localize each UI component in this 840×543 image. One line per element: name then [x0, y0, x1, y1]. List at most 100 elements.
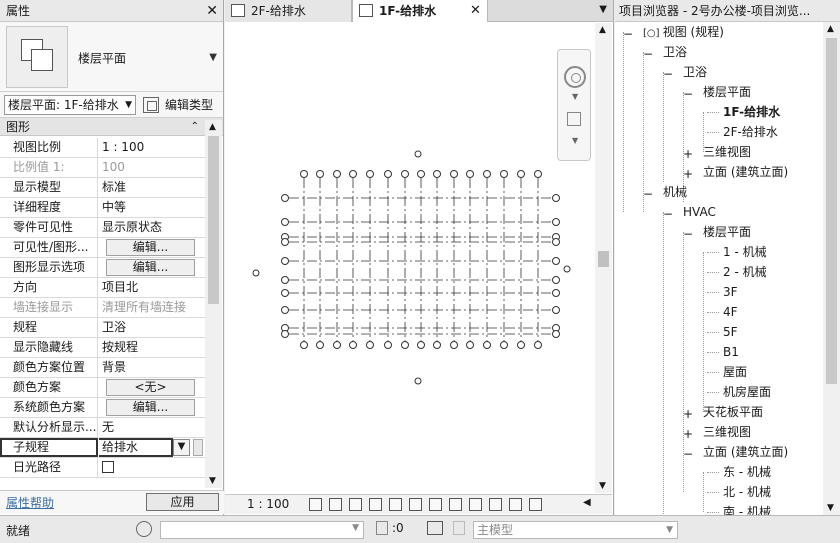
- property-value[interactable]: 给排水: [99, 438, 173, 457]
- collapse-icon[interactable]: −: [663, 67, 673, 81]
- workset-select[interactable]: ▼: [160, 521, 364, 539]
- tab-2f[interactable]: 2F-给排水: [225, 0, 352, 22]
- property-value[interactable]: 编辑...: [99, 238, 205, 257]
- collapse-icon[interactable]: −: [643, 187, 653, 201]
- edit-button[interactable]: 编辑...: [106, 399, 195, 416]
- properties-help-link[interactable]: 属性帮助: [6, 494, 54, 511]
- view-scrollbar[interactable]: ▲ ▼: [595, 23, 612, 493]
- scroll-thumb[interactable]: [598, 251, 609, 267]
- property-value[interactable]: [99, 458, 205, 477]
- tab-list-icon[interactable]: ▼: [599, 4, 607, 15]
- collapse-icon[interactable]: −: [683, 447, 693, 461]
- browser-node[interactable]: 楼层平面: [703, 222, 751, 242]
- properties-scrollbar[interactable]: ▲ ▼: [205, 120, 222, 488]
- property-value[interactable]: 项目北: [99, 278, 205, 297]
- scroll-up-icon[interactable]: ▲: [209, 122, 216, 132]
- collapse-icon[interactable]: −: [683, 87, 693, 101]
- property-value[interactable]: 按规程: [99, 338, 205, 357]
- zoom-icon[interactable]: [567, 112, 581, 126]
- scroll-up-icon[interactable]: ▲: [599, 25, 606, 35]
- steering-wheel-icon[interactable]: [564, 66, 586, 88]
- browser-node[interactable]: 1F-给排水: [723, 102, 780, 122]
- property-value[interactable]: 清理所有墙连接: [99, 298, 205, 317]
- show-crop-icon[interactable]: [409, 498, 422, 511]
- scroll-up-icon[interactable]: ▲: [827, 24, 834, 34]
- chevron-down-icon[interactable]: ▼: [572, 136, 578, 145]
- browser-scrollbar[interactable]: ▲ ▼: [823, 22, 840, 515]
- browser-node[interactable]: 楼层平面: [703, 82, 751, 102]
- property-value[interactable]: 编辑...: [99, 258, 205, 277]
- drawing-canvas[interactable]: ▼ ▼: [225, 23, 595, 493]
- instance-filter-select[interactable]: 楼层平面: 1F-给排水 ▼: [4, 95, 136, 115]
- close-icon[interactable]: ✕: [206, 0, 218, 22]
- worksets-icon[interactable]: [136, 521, 152, 537]
- property-value[interactable]: 无: [99, 418, 205, 437]
- scroll-down-icon[interactable]: ▼: [827, 503, 834, 513]
- category-graphics[interactable]: 图形 ⌃: [0, 118, 223, 136]
- lock-3d-icon[interactable]: [429, 498, 442, 511]
- expand-icon[interactable]: +: [683, 167, 693, 181]
- browser-node[interactable]: B1: [723, 342, 739, 362]
- type-selector-preview[interactable]: 楼层平面 ▼: [0, 22, 223, 92]
- highlight-displacement-icon[interactable]: [529, 498, 542, 511]
- design-options-icon[interactable]: [427, 521, 443, 535]
- property-value[interactable]: 编辑...: [99, 398, 205, 417]
- filter-icon[interactable]: [453, 521, 465, 535]
- browser-node[interactable]: 三维视图: [703, 142, 751, 162]
- chevron-down-icon[interactable]: ▼: [572, 92, 578, 101]
- sun-path-icon[interactable]: [349, 498, 362, 511]
- expand-icon[interactable]: +: [683, 427, 693, 441]
- chevron-left-icon[interactable]: ◀: [583, 497, 591, 508]
- editing-requests[interactable]: :0: [376, 521, 404, 535]
- property-value[interactable]: 卫浴: [99, 318, 205, 337]
- scroll-down-icon[interactable]: ▼: [599, 481, 606, 491]
- browser-node[interactable]: 机房屋面: [723, 382, 771, 402]
- browser-node[interactable]: 3F: [723, 282, 738, 302]
- scroll-thumb[interactable]: [826, 38, 837, 384]
- browser-node[interactable]: 南 - 机械: [723, 502, 771, 515]
- temporary-view-properties-icon[interactable]: [489, 498, 502, 511]
- collapse-icon[interactable]: ⌃: [191, 118, 199, 136]
- temporary-hide-icon[interactable]: [449, 498, 462, 511]
- browser-node[interactable]: 天花板平面: [703, 402, 763, 422]
- expand-icon[interactable]: +: [683, 147, 693, 161]
- apply-button[interactable]: 应用: [146, 493, 219, 511]
- collapse-icon[interactable]: −: [623, 27, 633, 41]
- analytical-model-icon[interactable]: [509, 498, 522, 511]
- browser-node[interactable]: 2F-给排水: [723, 122, 778, 142]
- crop-region-icon[interactable]: [389, 498, 402, 511]
- property-value[interactable]: 中等: [99, 198, 205, 217]
- color-scheme-button[interactable]: <无>: [106, 379, 195, 396]
- browser-node[interactable]: 4F: [723, 302, 738, 322]
- browser-node[interactable]: 1 - 机械: [723, 242, 767, 262]
- reveal-hidden-icon[interactable]: [469, 498, 482, 511]
- collapse-icon[interactable]: −: [683, 227, 693, 241]
- property-value[interactable]: <无>: [99, 378, 205, 397]
- edit-type-button[interactable]: 编辑类型: [143, 96, 213, 114]
- browser-node[interactable]: 屋面: [723, 362, 747, 382]
- design-option-select[interactable]: 主模型 ▼: [473, 521, 678, 539]
- browser-node[interactable]: 卫浴: [663, 42, 687, 62]
- browser-node[interactable]: 2 - 机械: [723, 262, 767, 282]
- close-icon[interactable]: ✕: [470, 0, 481, 22]
- expand-icon[interactable]: +: [683, 407, 693, 421]
- browser-node[interactable]: 卫浴: [683, 62, 707, 82]
- detail-level-icon[interactable]: [309, 498, 322, 511]
- navigation-bar[interactable]: ▼ ▼: [557, 49, 591, 161]
- chevron-down-icon[interactable]: ▼: [209, 52, 217, 63]
- property-value[interactable]: 背景: [99, 358, 205, 377]
- edit-button[interactable]: 编辑...: [106, 239, 195, 256]
- browse-button[interactable]: [193, 439, 203, 456]
- collapse-icon[interactable]: −: [643, 47, 653, 61]
- browser-node[interactable]: 北 - 机械: [723, 482, 771, 502]
- visual-style-icon[interactable]: [329, 498, 342, 511]
- view-scale[interactable]: 1 : 100: [247, 497, 289, 511]
- browser-node[interactable]: HVAC: [683, 202, 716, 222]
- scroll-down-icon[interactable]: ▼: [209, 476, 216, 486]
- browser-node[interactable]: 立面 (建筑立面): [703, 162, 788, 182]
- sun-path-checkbox[interactable]: [102, 461, 114, 473]
- browser-node[interactable]: [○] 视图 (规程): [643, 22, 724, 42]
- chevron-down-icon[interactable]: ▼: [173, 439, 190, 456]
- edit-button[interactable]: 编辑...: [106, 259, 195, 276]
- browser-node[interactable]: 三维视图: [703, 422, 751, 442]
